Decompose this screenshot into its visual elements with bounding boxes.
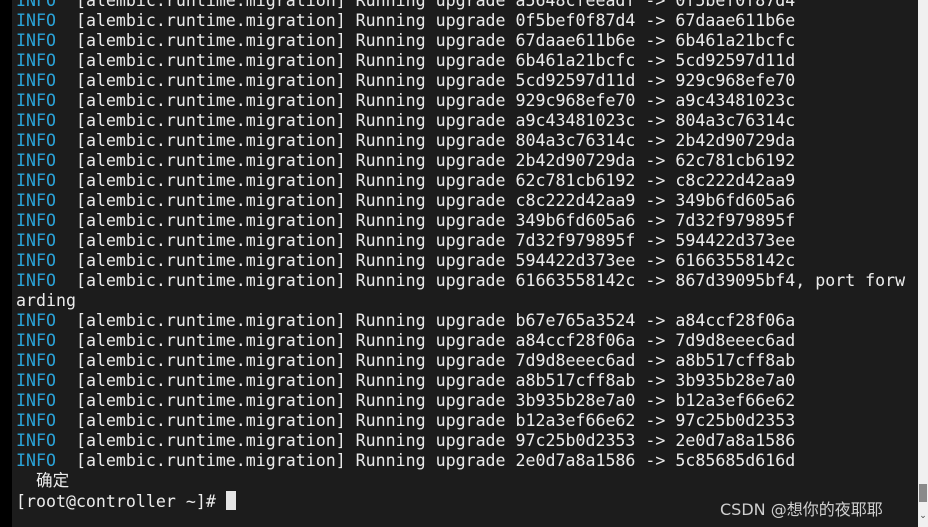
log-level-label: INFO bbox=[16, 251, 56, 270]
log-level-label: INFO bbox=[16, 11, 56, 30]
terminal-line: INFO [alembic.runtime.migration] Running… bbox=[16, 11, 905, 31]
log-level-label: INFO bbox=[16, 331, 56, 350]
terminal-line: INFO [alembic.runtime.migration] Running… bbox=[16, 171, 905, 191]
log-message: [alembic.runtime.migration] Running upgr… bbox=[75, 431, 796, 450]
terminal-line: INFO [alembic.runtime.migration] Running… bbox=[16, 151, 905, 171]
terminal-line: INFO [alembic.runtime.migration] Running… bbox=[16, 71, 905, 91]
terminal-line: INFO [alembic.runtime.migration] Running… bbox=[16, 51, 905, 71]
log-level-label: INFO bbox=[16, 51, 56, 70]
log-message: [alembic.runtime.migration] Running upgr… bbox=[75, 231, 796, 250]
terminal-line: arding bbox=[16, 291, 905, 311]
terminal-line: INFO [alembic.runtime.migration] Running… bbox=[16, 111, 905, 131]
scrollbar-thumb[interactable] bbox=[919, 484, 927, 502]
log-message: [alembic.runtime.migration] Running upgr… bbox=[75, 271, 906, 290]
log-level-label: INFO bbox=[16, 0, 56, 10]
log-level-label: INFO bbox=[16, 111, 56, 130]
terminal-window: INFO [alembic.runtime.migration] Running… bbox=[0, 0, 918, 527]
log-level-label: INFO bbox=[16, 371, 56, 390]
log-message: [alembic.runtime.migration] Running upgr… bbox=[75, 371, 796, 390]
log-message: arding bbox=[16, 291, 76, 310]
log-level-label: INFO bbox=[16, 151, 56, 170]
log-message: [alembic.runtime.migration] Running upgr… bbox=[75, 171, 796, 190]
log-message: [alembic.runtime.migration] Running upgr… bbox=[75, 11, 796, 30]
log-message: [alembic.runtime.migration] Running upgr… bbox=[75, 131, 796, 150]
log-level-label: INFO bbox=[16, 451, 56, 470]
log-level-label: INFO bbox=[16, 91, 56, 110]
log-level-label: INFO bbox=[16, 171, 56, 190]
log-level-label: INFO bbox=[16, 231, 56, 250]
log-message: [alembic.runtime.migration] Running upgr… bbox=[75, 251, 796, 270]
terminal-line: INFO [alembic.runtime.migration] Running… bbox=[16, 271, 905, 291]
terminal-line: INFO [alembic.runtime.migration] Running… bbox=[16, 311, 905, 331]
terminal-line: INFO [alembic.runtime.migration] Running… bbox=[16, 371, 905, 391]
terminal-line: INFO [alembic.runtime.migration] Running… bbox=[16, 191, 905, 211]
log-message: [alembic.runtime.migration] Running upgr… bbox=[75, 151, 796, 170]
terminal-line: INFO [alembic.runtime.migration] Running… bbox=[16, 451, 905, 471]
log-level-label: INFO bbox=[16, 71, 56, 90]
log-level-label: INFO bbox=[16, 351, 56, 370]
log-message: [alembic.runtime.migration] Running upgr… bbox=[75, 0, 796, 10]
log-message: [alembic.runtime.migration] Running upgr… bbox=[75, 331, 796, 350]
log-message: [alembic.runtime.migration] Running upgr… bbox=[75, 391, 796, 410]
log-level-label: INFO bbox=[16, 311, 56, 330]
chevron-down-icon[interactable]: ⌄ bbox=[918, 509, 928, 523]
log-message: [alembic.runtime.migration] Running upgr… bbox=[75, 411, 796, 430]
terminal-line: INFO [alembic.runtime.migration] Running… bbox=[16, 411, 905, 431]
shell-prompt: [root@controller ~]# bbox=[16, 492, 226, 511]
terminal-line: INFO [alembic.runtime.migration] Running… bbox=[16, 351, 905, 371]
log-level-label: INFO bbox=[16, 211, 56, 230]
log-level-label: INFO bbox=[16, 31, 56, 50]
log-message: [alembic.runtime.migration] Running upgr… bbox=[75, 111, 796, 130]
terminal-line: 确定 bbox=[16, 471, 905, 491]
terminal-output-area[interactable]: INFO [alembic.runtime.migration] Running… bbox=[12, 0, 918, 527]
log-message: [alembic.runtime.migration] Running upgr… bbox=[75, 451, 796, 470]
log-message: [alembic.runtime.migration] Running upgr… bbox=[75, 51, 796, 70]
terminal-line: INFO [alembic.runtime.migration] Running… bbox=[16, 91, 905, 111]
terminal-line: INFO [alembic.runtime.migration] Running… bbox=[16, 251, 905, 271]
log-message: 确定 bbox=[16, 471, 70, 490]
terminal-line: INFO [alembic.runtime.migration] Running… bbox=[16, 31, 905, 51]
log-message: [alembic.runtime.migration] Running upgr… bbox=[75, 91, 796, 110]
terminal-line: INFO [alembic.runtime.migration] Running… bbox=[16, 211, 905, 231]
csdn-watermark: CSDN @想你的夜耶耶 bbox=[720, 500, 883, 519]
terminal-line: INFO [alembic.runtime.migration] Running… bbox=[16, 131, 905, 151]
vertical-scrollbar[interactable]: ⌄ bbox=[918, 0, 928, 527]
log-message: [alembic.runtime.migration] Running upgr… bbox=[75, 71, 796, 90]
log-level-label: INFO bbox=[16, 191, 56, 210]
log-message: [alembic.runtime.migration] Running upgr… bbox=[75, 191, 796, 210]
terminal-line: INFO [alembic.runtime.migration] Running… bbox=[16, 231, 905, 251]
log-message: [alembic.runtime.migration] Running upgr… bbox=[75, 211, 796, 230]
log-level-label: INFO bbox=[16, 271, 56, 290]
text-cursor bbox=[225, 491, 236, 510]
log-message: [alembic.runtime.migration] Running upgr… bbox=[75, 351, 796, 370]
log-message: [alembic.runtime.migration] Running upgr… bbox=[75, 31, 796, 50]
terminal-line: INFO [alembic.runtime.migration] Running… bbox=[16, 0, 905, 11]
terminal-line: INFO [alembic.runtime.migration] Running… bbox=[16, 391, 905, 411]
log-message: [alembic.runtime.migration] Running upgr… bbox=[75, 311, 796, 330]
terminal-line: INFO [alembic.runtime.migration] Running… bbox=[16, 331, 905, 351]
log-level-label: INFO bbox=[16, 131, 56, 150]
log-level-label: INFO bbox=[16, 431, 56, 450]
log-level-label: INFO bbox=[16, 391, 56, 410]
log-level-label: INFO bbox=[16, 411, 56, 430]
terminal-line: INFO [alembic.runtime.migration] Running… bbox=[16, 431, 905, 451]
terminal-lines: INFO [alembic.runtime.migration] Running… bbox=[16, 0, 905, 511]
